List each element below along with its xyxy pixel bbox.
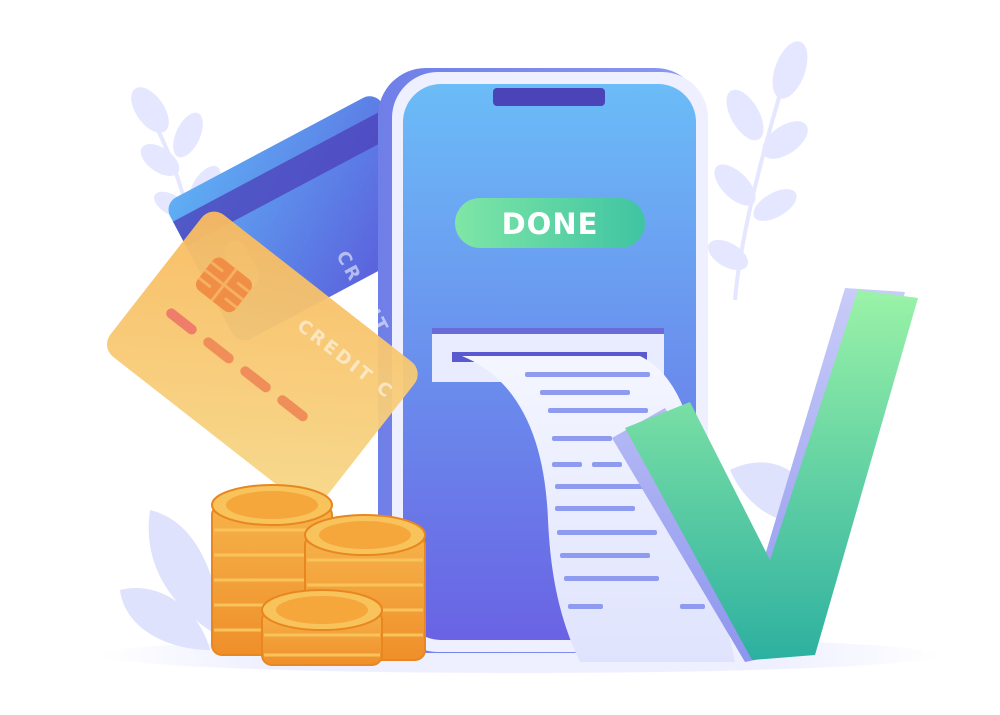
- phone-notch: [493, 88, 605, 106]
- done-label: DONE: [502, 207, 599, 241]
- done-status-badge: DONE: [455, 198, 645, 248]
- leaf-icon: [120, 510, 225, 650]
- payment-done-illustration: DONE CREDIT CREDIT C: [100, 41, 940, 673]
- coin-stack-icon: [261, 589, 383, 666]
- leaf-icon: [708, 41, 808, 301]
